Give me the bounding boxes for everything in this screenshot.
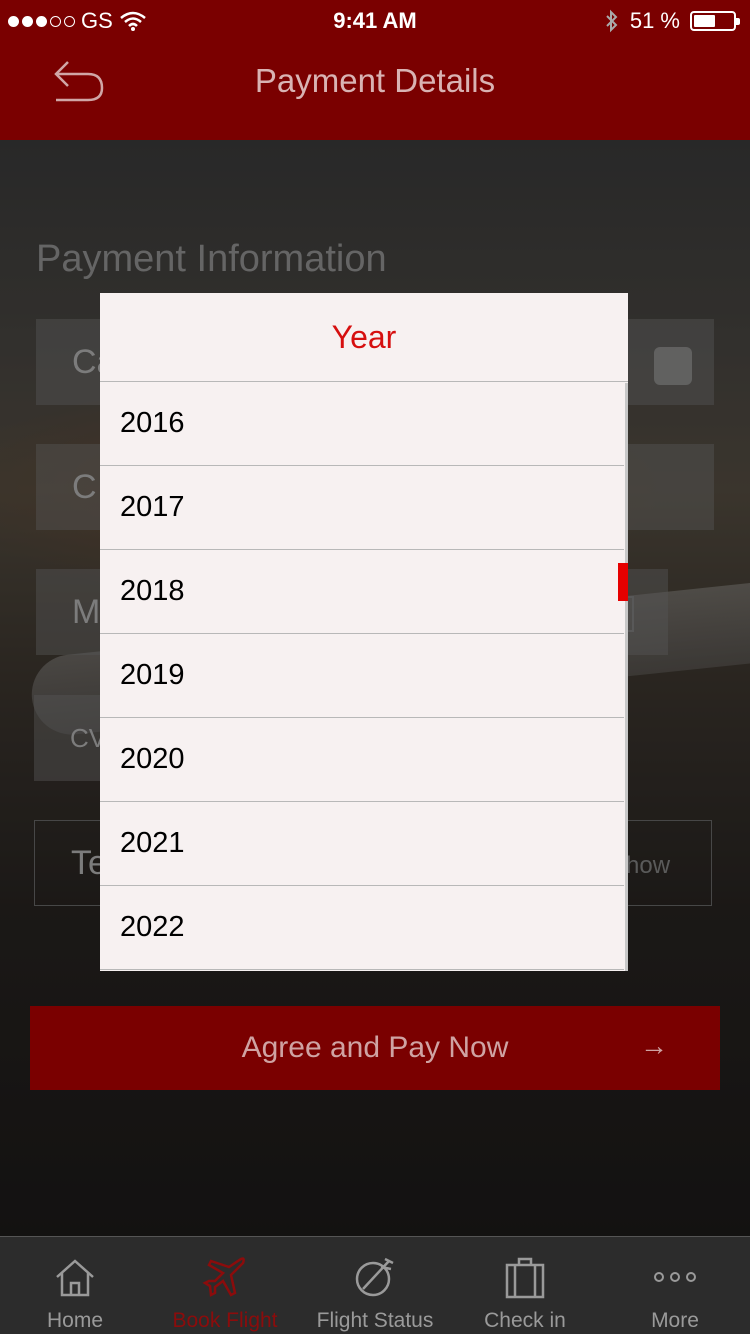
agree-and-pay-button[interactable]: Agree and Pay Now → xyxy=(30,1006,720,1090)
year-option-2019[interactable]: 2019 xyxy=(100,634,624,718)
arrow-right-icon: → xyxy=(640,1030,668,1061)
battery-icon xyxy=(690,11,740,31)
tab-bar: Home Book Flight Flight Status Check in … xyxy=(0,1236,750,1334)
tab-more-label: More xyxy=(651,1309,699,1332)
picker-title: Year xyxy=(100,293,628,382)
home-icon xyxy=(56,1259,94,1297)
agree-and-pay-label: Agree and Pay Now xyxy=(241,1031,509,1064)
nav-bar: Payment Details xyxy=(0,40,750,140)
tab-flight-status-label: Flight Status xyxy=(316,1309,434,1332)
tab-check-in[interactable]: Check in xyxy=(450,1237,600,1334)
tab-book-flight[interactable]: Book Flight xyxy=(150,1237,300,1334)
tab-flight-status[interactable]: Flight Status xyxy=(300,1237,450,1334)
tab-book-flight-label: Book Flight xyxy=(172,1309,278,1332)
year-list[interactable]: 2016 2017 2018 2019 2020 2021 2022 xyxy=(100,382,628,970)
tab-more[interactable]: More xyxy=(600,1237,750,1334)
year-option-2017[interactable]: 2017 xyxy=(100,466,624,550)
flight-status-icon xyxy=(355,1257,394,1297)
battery-percent: 51 % xyxy=(629,8,680,33)
suitcase-icon xyxy=(505,1257,545,1299)
year-option-2020[interactable]: 2020 xyxy=(100,718,624,802)
year-option-2021[interactable]: 2021 xyxy=(100,802,624,886)
year-picker[interactable]: Year 2016 2017 2018 2019 2020 2021 2022 xyxy=(100,293,628,971)
year-option-2016[interactable]: 2016 xyxy=(100,382,624,466)
airplane-icon xyxy=(202,1257,245,1297)
more-icon xyxy=(654,1272,696,1282)
tab-home-label: Home xyxy=(46,1309,104,1332)
bluetooth-icon xyxy=(606,9,618,33)
year-option-2022[interactable]: 2022 xyxy=(100,886,624,970)
picker-scroll-track xyxy=(625,383,628,971)
tab-check-in-label: Check in xyxy=(484,1309,566,1332)
page-title: Payment Details xyxy=(254,62,496,99)
status-right: 51 % xyxy=(604,8,740,34)
picker-scrollbar-thumb[interactable] xyxy=(618,563,628,601)
year-option-2018[interactable]: 2018 xyxy=(100,550,624,634)
tab-home[interactable]: Home xyxy=(0,1237,150,1334)
status-bar: GS 9:41 AM 51 % xyxy=(0,0,750,40)
